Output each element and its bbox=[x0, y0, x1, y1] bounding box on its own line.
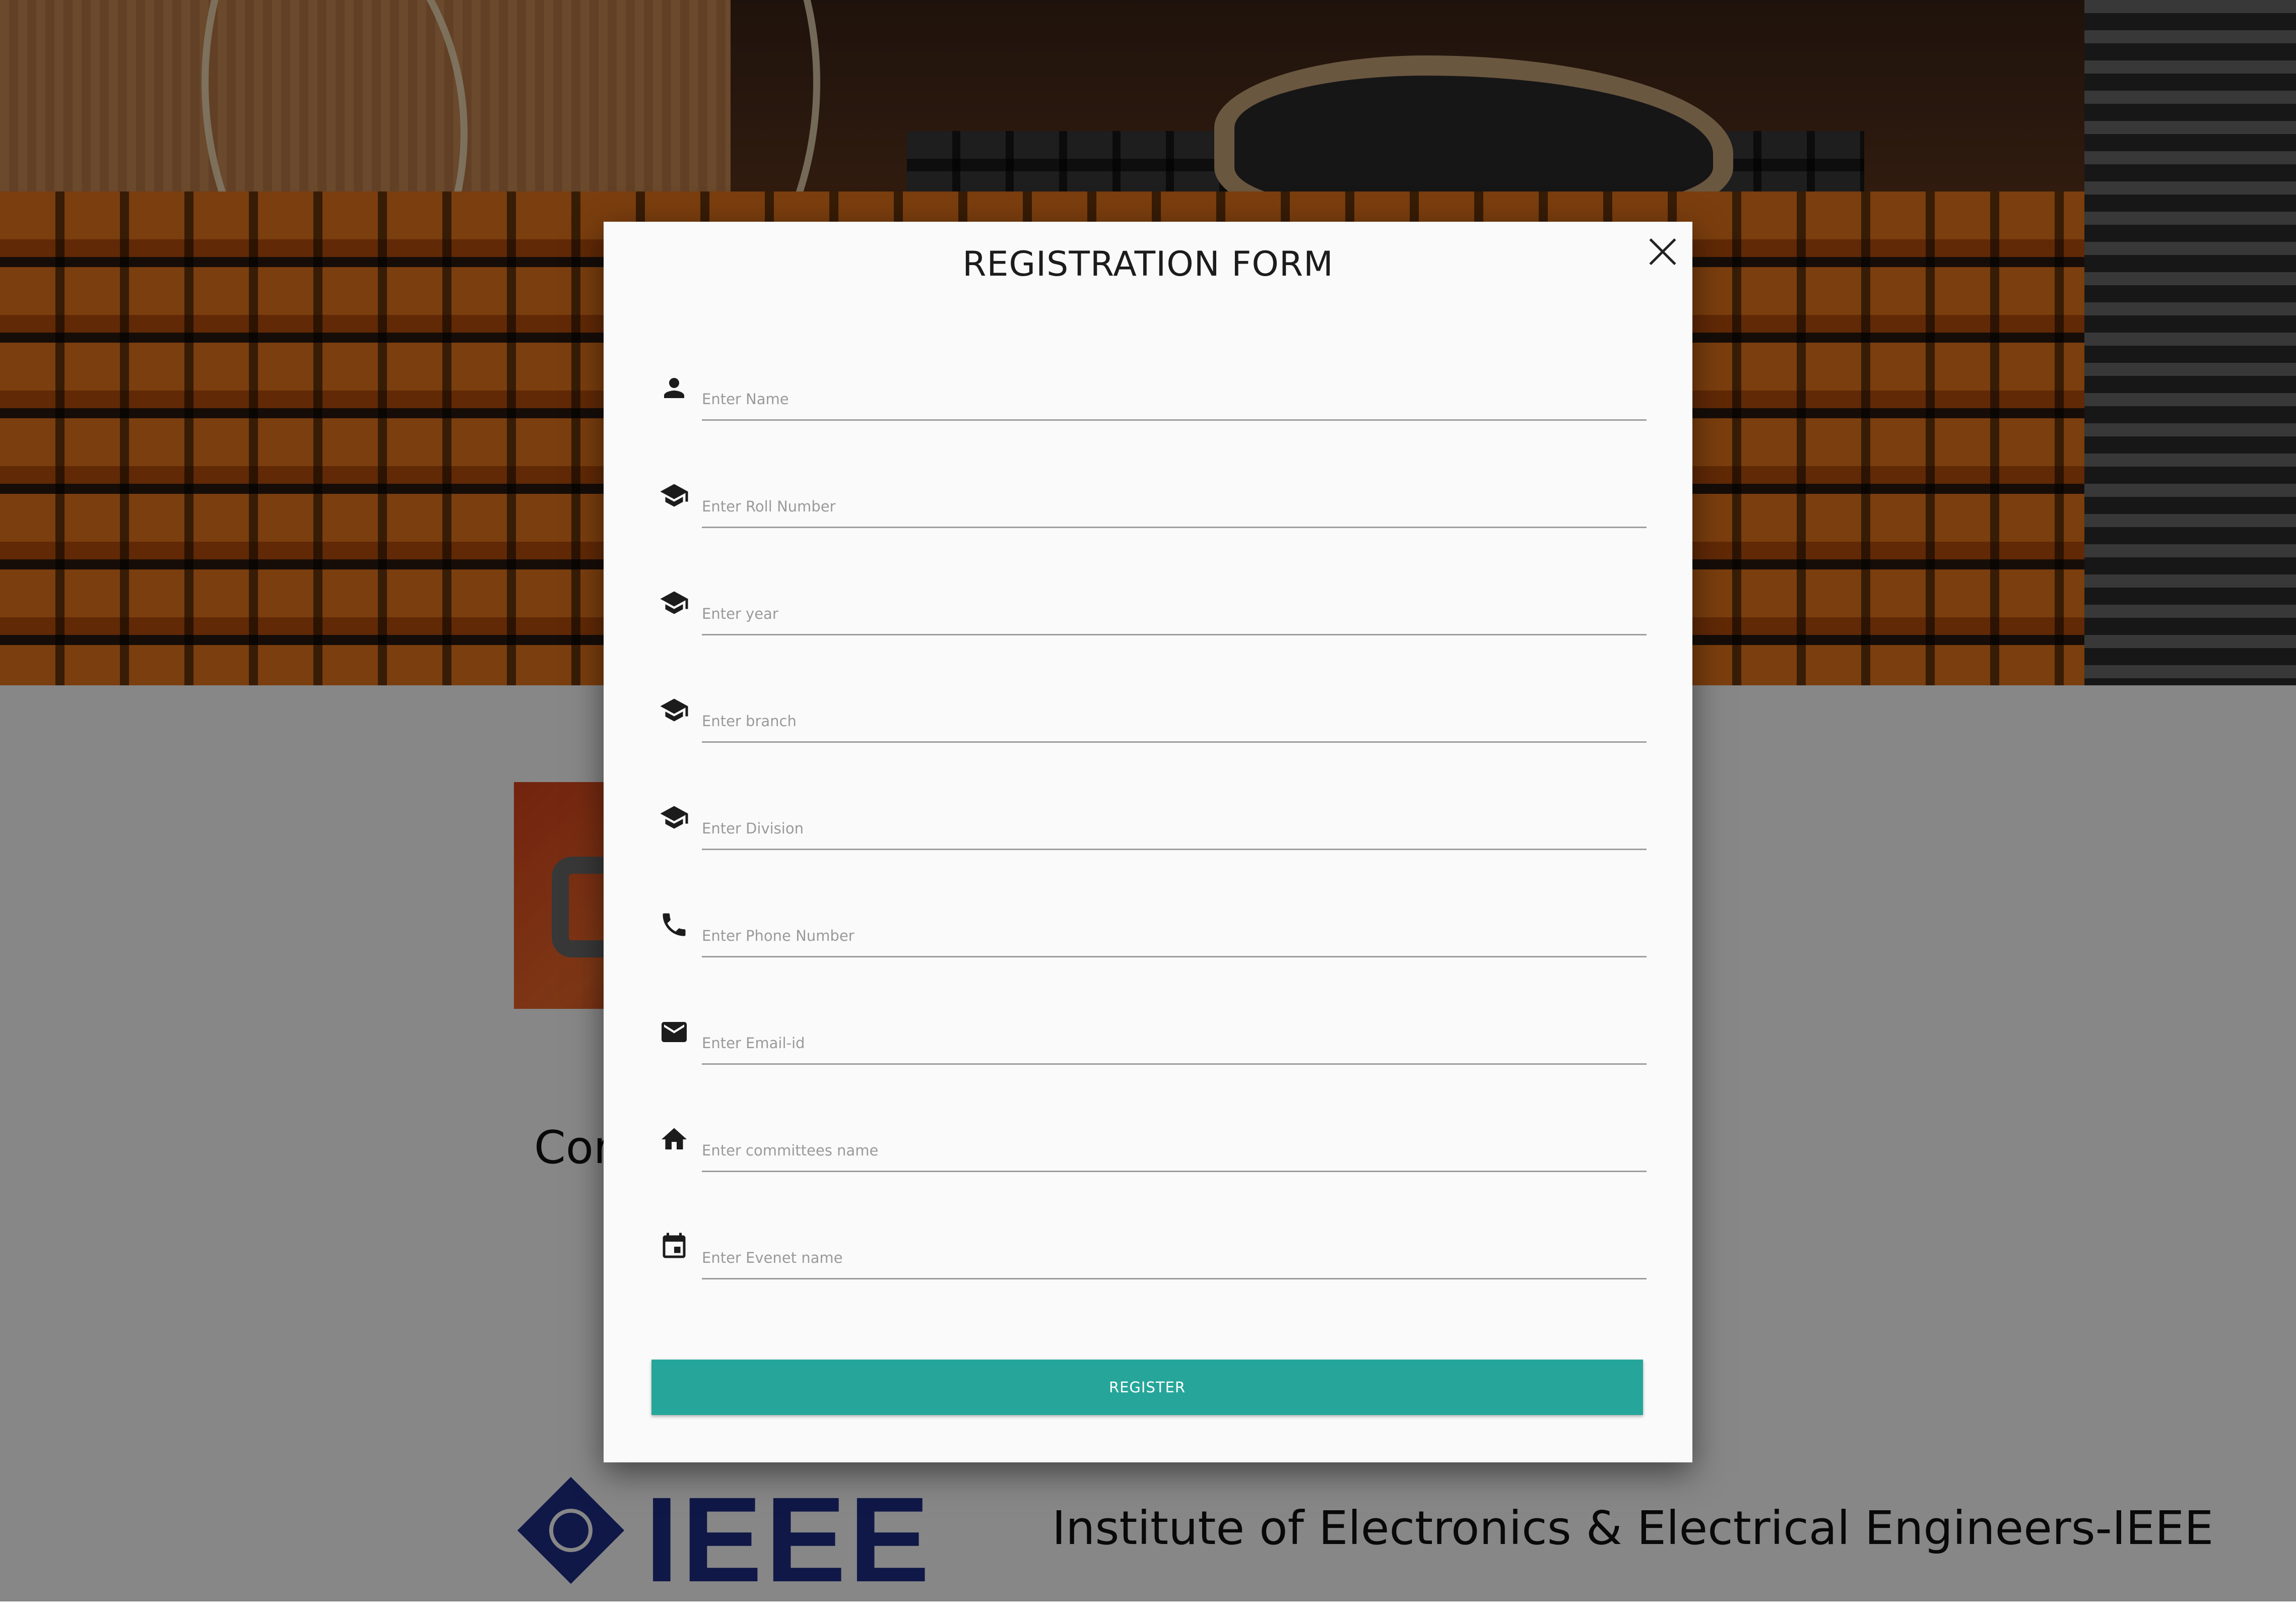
school-icon bbox=[659, 588, 689, 618]
branch-field bbox=[659, 690, 1647, 743]
roll-number-field bbox=[659, 475, 1647, 528]
event-input[interactable] bbox=[702, 1227, 1647, 1279]
name-field bbox=[659, 368, 1647, 421]
email-field bbox=[659, 1012, 1647, 1065]
event-field bbox=[659, 1227, 1647, 1279]
committee-input[interactable] bbox=[702, 1119, 1647, 1172]
mail-icon bbox=[659, 1017, 689, 1047]
roll-number-input[interactable] bbox=[702, 475, 1647, 528]
phone-field bbox=[659, 905, 1647, 957]
register-button[interactable]: REGISTER bbox=[651, 1360, 1643, 1415]
modal-title: REGISTRATION FORM bbox=[962, 244, 1334, 284]
home-icon bbox=[659, 1124, 689, 1154]
name-input[interactable] bbox=[702, 368, 1647, 421]
year-field bbox=[659, 583, 1647, 635]
person-icon bbox=[659, 373, 689, 403]
committee-field bbox=[659, 1119, 1647, 1172]
branch-input[interactable] bbox=[702, 690, 1647, 743]
division-field bbox=[659, 797, 1647, 850]
email-input[interactable] bbox=[702, 1012, 1647, 1065]
school-icon bbox=[659, 695, 689, 725]
phone-input[interactable] bbox=[702, 905, 1647, 957]
school-icon bbox=[659, 802, 689, 832]
division-input[interactable] bbox=[702, 797, 1647, 850]
year-input[interactable] bbox=[702, 583, 1647, 635]
school-icon bbox=[659, 480, 689, 510]
registration-modal: REGISTRATION FORM Enter Name Enter Roll … bbox=[604, 222, 1692, 1462]
phone-icon bbox=[659, 910, 689, 940]
calendar-icon bbox=[659, 1232, 689, 1262]
